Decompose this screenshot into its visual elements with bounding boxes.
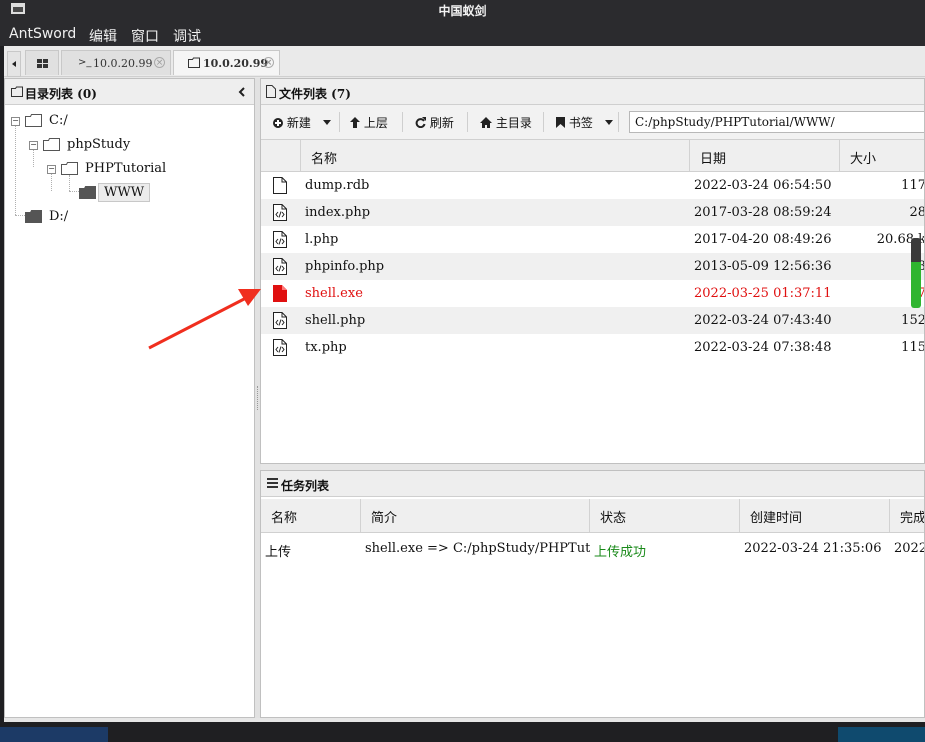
taskbar (0, 722, 925, 742)
annotation-arrow (148, 289, 261, 350)
